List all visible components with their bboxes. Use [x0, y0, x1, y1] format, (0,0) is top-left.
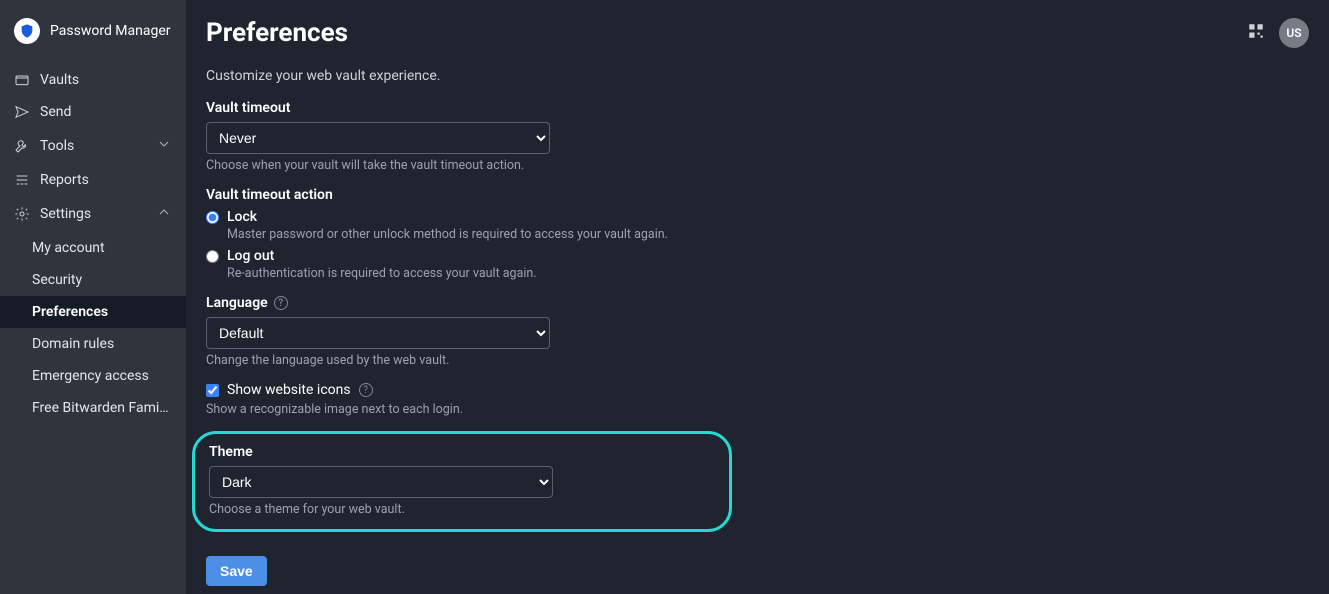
sidebar-item-domain-rules[interactable]: Domain rules: [0, 328, 186, 360]
sidebar-item-preferences[interactable]: Preferences: [0, 296, 186, 328]
language-hint: Change the language used by the web vaul…: [206, 353, 746, 368]
sidebar-item-label: Vaults: [40, 72, 79, 88]
vault-timeout-hint: Choose when your vault will take the vau…: [206, 158, 746, 173]
page-intro: Customize your web vault experience.: [206, 68, 1309, 84]
chevron-up-icon: [156, 204, 172, 224]
brand-name: Password Manager: [50, 23, 171, 39]
sidebar: Password Manager Vaults Send Tools Repor…: [0, 0, 186, 594]
sidebar-item-emergency-access[interactable]: Emergency access: [0, 360, 186, 392]
sidebar-item-label: Reports: [40, 172, 89, 188]
sidebar-item-label: Settings: [40, 206, 91, 222]
avatar[interactable]: US: [1279, 18, 1309, 48]
sidebar-item-label: Send: [40, 104, 71, 120]
brand: Password Manager: [0, 18, 186, 64]
send-icon: [14, 104, 30, 120]
sidebar-item-tools[interactable]: Tools: [0, 128, 186, 164]
page-title: Preferences: [206, 18, 1309, 48]
theme-hint: Choose a theme for your web vault.: [209, 502, 715, 517]
reports-icon: [14, 172, 30, 188]
primary-nav: Vaults Send Tools Reports Settings: [0, 64, 186, 424]
qr-icon[interactable]: [1247, 22, 1265, 44]
chevron-down-icon: [156, 136, 172, 156]
radio-lock-label: Lock: [227, 209, 257, 225]
language-select[interactable]: Default: [206, 317, 550, 349]
sidebar-item-my-account[interactable]: My account: [0, 232, 186, 264]
vault-timeout-action-label: Vault timeout action: [206, 187, 746, 203]
sidebar-item-security[interactable]: Security: [0, 264, 186, 296]
header-actions: US: [1247, 18, 1309, 48]
language-label: Language ?: [206, 295, 746, 311]
gear-icon: [14, 206, 30, 222]
main-content: US Preferences Customize your web vault …: [186, 0, 1329, 594]
save-button[interactable]: Save: [206, 556, 267, 586]
sidebar-item-vaults[interactable]: Vaults: [0, 64, 186, 96]
radio-logout-hint: Re-authentication is required to access …: [227, 266, 746, 281]
group-show-icons: Show website icons ? Show a recognizable…: [206, 382, 746, 417]
show-icons-checkbox[interactable]: [206, 384, 219, 397]
tools-icon: [14, 138, 30, 154]
help-icon[interactable]: ?: [274, 296, 288, 310]
radio-logout-label: Log out: [227, 248, 274, 264]
show-icons-label: Show website icons: [227, 382, 351, 398]
sidebar-item-label: Tools: [40, 138, 74, 154]
group-theme: Theme Dark Choose a theme for your web v…: [192, 431, 732, 532]
brand-logo-icon: [14, 18, 40, 44]
group-vault-timeout-action: Vault timeout action Lock Master passwor…: [206, 187, 746, 281]
show-icons-hint: Show a recognizable image next to each l…: [206, 402, 746, 417]
vault-timeout-label: Vault timeout: [206, 100, 746, 116]
radio-logout[interactable]: [206, 250, 219, 263]
group-vault-timeout: Vault timeout Never Choose when your vau…: [206, 100, 746, 173]
vault-timeout-select[interactable]: Never: [206, 122, 550, 154]
vault-icon: [14, 72, 30, 88]
theme-label: Theme: [209, 444, 715, 460]
sidebar-item-reports[interactable]: Reports: [0, 164, 186, 196]
group-language: Language ? Default Change the language u…: [206, 295, 746, 368]
sidebar-item-free-family[interactable]: Free Bitwarden Famil...: [0, 392, 186, 424]
sidebar-item-send[interactable]: Send: [0, 96, 186, 128]
settings-subnav: My account Security Preferences Domain r…: [0, 232, 186, 424]
radio-lock-hint: Master password or other unlock method i…: [227, 227, 746, 242]
theme-select[interactable]: Dark: [209, 466, 553, 498]
language-label-text: Language: [206, 295, 268, 311]
sidebar-item-settings[interactable]: Settings: [0, 196, 186, 232]
radio-lock[interactable]: [206, 211, 219, 224]
help-icon[interactable]: ?: [359, 383, 373, 397]
